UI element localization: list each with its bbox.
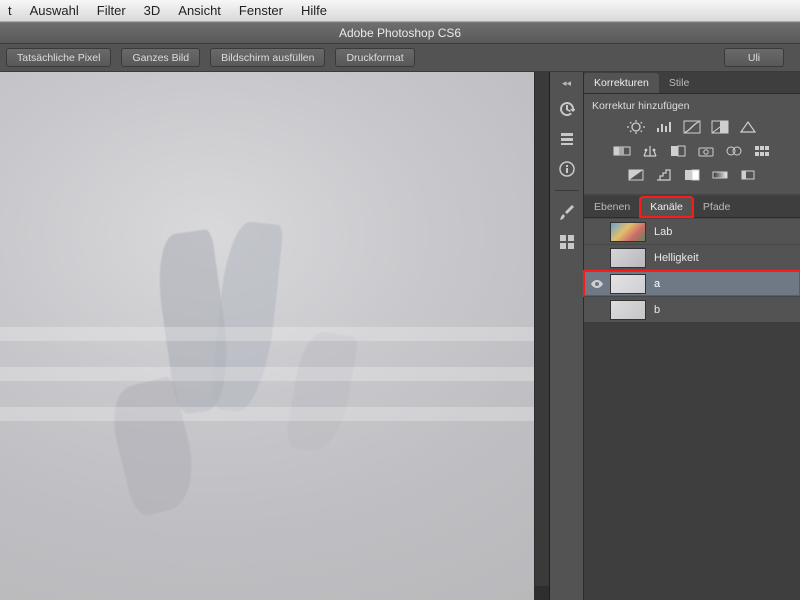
channel-thumbnail bbox=[610, 274, 646, 294]
channel-row-b[interactable]: b bbox=[584, 296, 800, 322]
black-white-icon[interactable] bbox=[667, 142, 689, 160]
channel-thumbnail bbox=[610, 248, 646, 268]
panels-column: Korrekturen Stile Korrektur hinzufügen bbox=[584, 72, 800, 600]
vertical-scrollbar[interactable] bbox=[535, 72, 549, 586]
layers-panel-tabs: Ebenen Kanäle Pfade bbox=[584, 196, 800, 218]
menu-item-auswahl[interactable]: Auswahl bbox=[30, 3, 79, 18]
channel-mixer-icon[interactable] bbox=[723, 142, 745, 160]
adjustments-icon-grid bbox=[592, 118, 792, 184]
channel-row-lab[interactable]: Lab bbox=[584, 218, 800, 244]
document-canvas[interactable] bbox=[0, 72, 534, 600]
channel-label: b bbox=[654, 304, 660, 316]
tab-ebenen[interactable]: Ebenen bbox=[584, 197, 640, 217]
visibility-toggle[interactable] bbox=[588, 249, 606, 267]
gradient-map-icon[interactable] bbox=[709, 166, 731, 184]
curves-icon[interactable] bbox=[681, 118, 703, 136]
swatches-icon[interactable] bbox=[555, 230, 579, 254]
app-title: Adobe Photoshop CS6 bbox=[339, 26, 461, 40]
collapsed-tool-strip: ◂◂ bbox=[550, 72, 584, 600]
visibility-toggle[interactable] bbox=[588, 223, 606, 241]
invert-icon[interactable] bbox=[625, 166, 647, 184]
menu-item-ansicht[interactable]: Ansicht bbox=[178, 3, 221, 18]
levels-icon[interactable] bbox=[653, 118, 675, 136]
visibility-toggle[interactable] bbox=[588, 275, 606, 293]
vibrance-icon[interactable] bbox=[737, 118, 759, 136]
channel-thumbnail bbox=[610, 222, 646, 242]
tab-stile[interactable]: Stile bbox=[659, 73, 699, 93]
color-balance-icon[interactable] bbox=[639, 142, 661, 160]
os-menubar: t Auswahl Filter 3D Ansicht Fenster Hilf… bbox=[0, 0, 800, 22]
panel-empty-space bbox=[584, 322, 800, 600]
info-icon[interactable] bbox=[555, 157, 579, 181]
fill-screen-button[interactable]: Bildschirm ausfüllen bbox=[210, 48, 325, 67]
menu-item-hilfe[interactable]: Hilfe bbox=[301, 3, 327, 18]
channel-label: a bbox=[654, 278, 660, 290]
visibility-toggle[interactable] bbox=[588, 301, 606, 319]
tab-korrekturen[interactable]: Korrekturen bbox=[584, 73, 659, 93]
channel-label: Lab bbox=[654, 226, 672, 238]
properties-icon[interactable] bbox=[555, 127, 579, 151]
photo-filter-icon[interactable] bbox=[695, 142, 717, 160]
canvas-area[interactable] bbox=[0, 72, 550, 600]
menu-item[interactable]: t bbox=[8, 3, 12, 18]
channel-row-a[interactable]: a bbox=[584, 270, 800, 296]
collapse-icon[interactable]: ◂◂ bbox=[550, 78, 583, 88]
adjustments-panel-tabs: Korrekturen Stile bbox=[584, 72, 800, 94]
print-size-button[interactable]: Druckformat bbox=[335, 48, 414, 67]
selective-color-icon[interactable] bbox=[737, 166, 759, 184]
actual-pixels-button[interactable]: Tatsächliche Pixel bbox=[6, 48, 111, 67]
channel-row-helligkeit[interactable]: Helligkeit bbox=[584, 244, 800, 270]
options-bar: Tatsächliche Pixel Ganzes Bild Bildschir… bbox=[0, 44, 800, 72]
menu-item-3d[interactable]: 3D bbox=[144, 3, 161, 18]
channel-label: Helligkeit bbox=[654, 252, 699, 264]
add-adjustment-label: Korrektur hinzufügen bbox=[592, 100, 792, 112]
tab-kanaele[interactable]: Kanäle bbox=[640, 197, 693, 217]
exposure-icon[interactable] bbox=[709, 118, 731, 136]
brightness-contrast-icon[interactable] bbox=[625, 118, 647, 136]
threshold-icon[interactable] bbox=[681, 166, 703, 184]
menu-item-filter[interactable]: Filter bbox=[97, 3, 126, 18]
history-icon[interactable] bbox=[555, 97, 579, 121]
adjustments-panel-body: Korrektur hinzufügen bbox=[584, 94, 800, 194]
app-titlebar: Adobe Photoshop CS6 bbox=[0, 22, 800, 44]
fit-screen-button[interactable]: Ganzes Bild bbox=[121, 48, 200, 67]
hue-saturation-icon[interactable] bbox=[611, 142, 633, 160]
user-name-button[interactable]: Uli bbox=[724, 48, 784, 67]
posterize-icon[interactable] bbox=[653, 166, 675, 184]
channel-thumbnail bbox=[610, 300, 646, 320]
tab-pfade[interactable]: Pfade bbox=[693, 197, 740, 217]
color-lookup-icon[interactable] bbox=[751, 142, 773, 160]
channels-list: Lab Helligkeit a b bbox=[584, 218, 800, 322]
brush-icon[interactable] bbox=[555, 200, 579, 224]
menu-item-fenster[interactable]: Fenster bbox=[239, 3, 283, 18]
